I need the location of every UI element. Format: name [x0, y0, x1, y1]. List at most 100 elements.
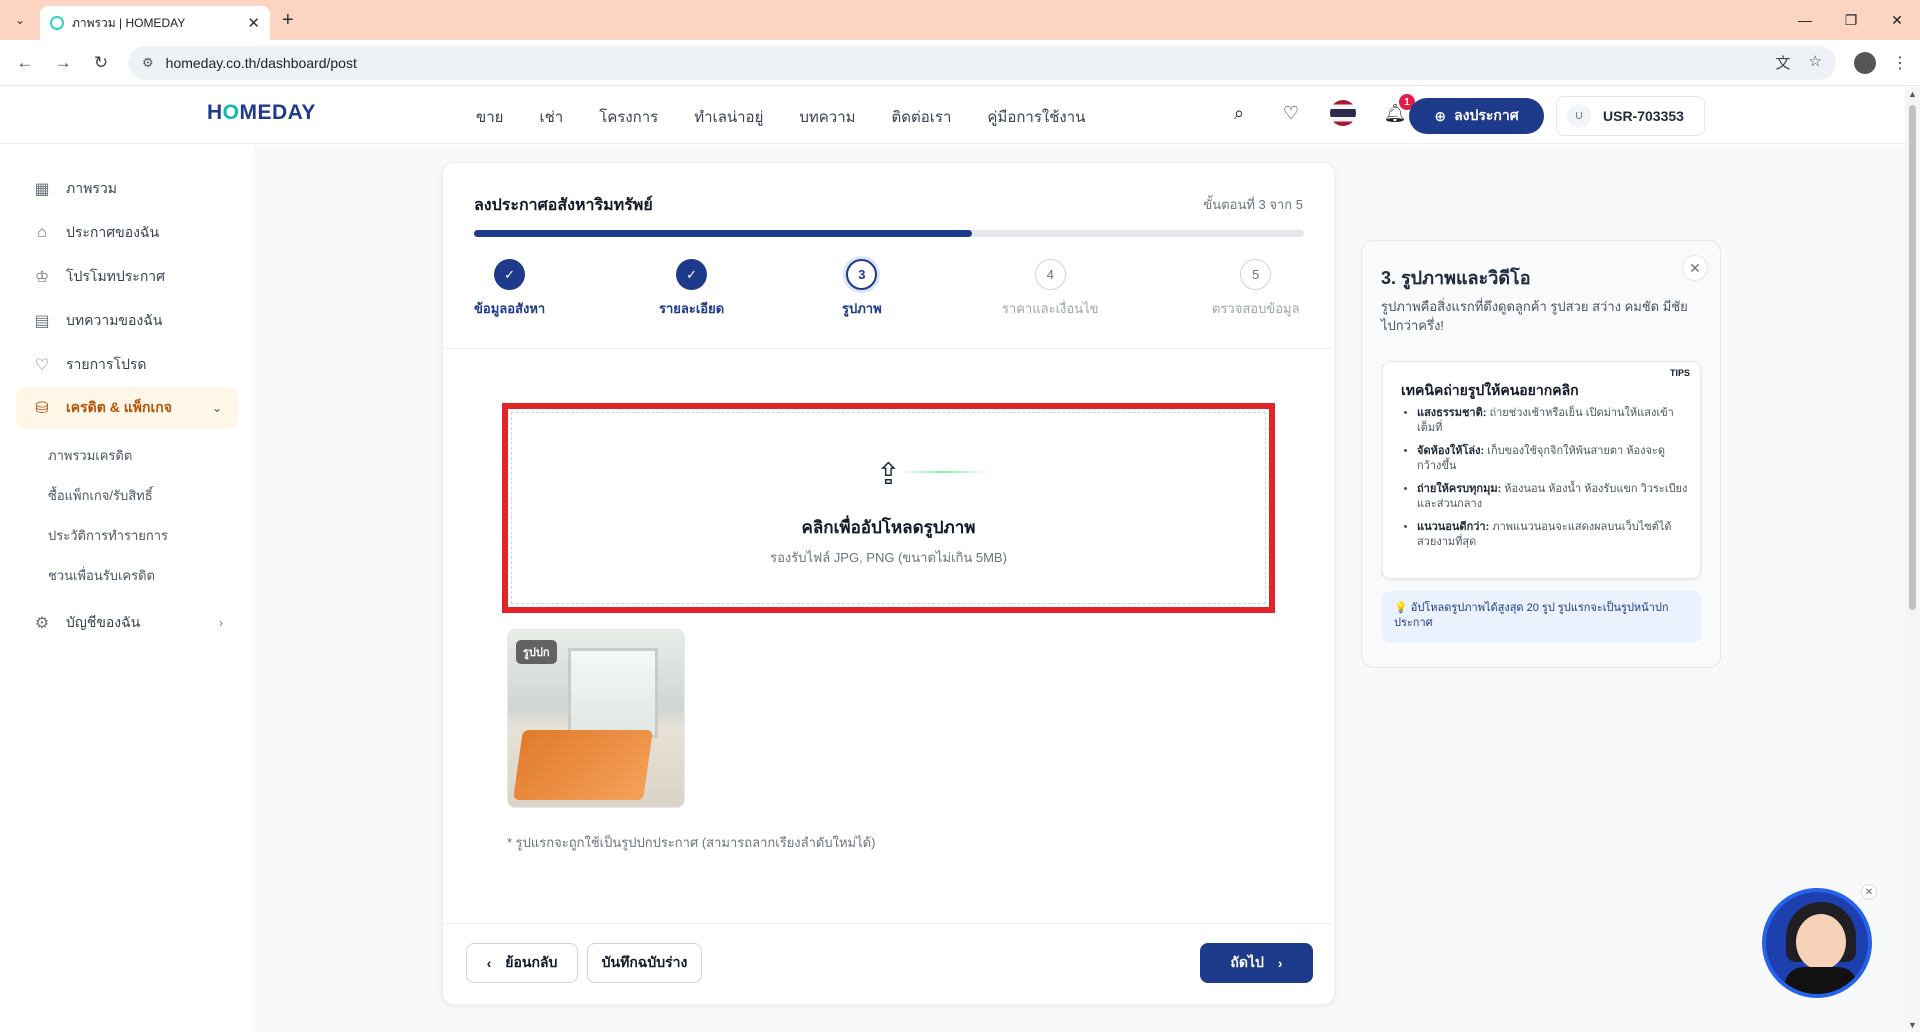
back-arrow-icon[interactable]: ← — [8, 46, 42, 80]
progress-bar — [474, 230, 1304, 237]
heart-icon: ♡ — [34, 357, 50, 374]
homeday-logo[interactable]: HOMEDAY — [207, 101, 316, 125]
step-number: 4 — [1034, 259, 1066, 290]
sidebar-item-favorites[interactable]: ♡ รายการโปรด — [0, 343, 239, 387]
step-3[interactable]: 3 รูปภาพ — [842, 259, 882, 319]
save-draft-button[interactable]: บันทึกฉบับร่าง — [587, 943, 702, 983]
step-5: 5 ตรวจสอบข้อมูล — [1212, 259, 1300, 319]
sidebar-subitem-history[interactable]: ประวัติการทำรายการ — [0, 515, 254, 555]
close-assistant-icon[interactable]: ✕ — [1861, 884, 1877, 900]
uploaded-photo-thumbnail[interactable]: รูปปก — [507, 629, 685, 808]
browser-menu-icon[interactable]: ⋮ — [1888, 53, 1912, 73]
main-nav: ขาย เช่า โครงการ ทำเลน่าอยู่ บทความ ติดต… — [476, 105, 1085, 129]
step-number: 3 — [846, 259, 878, 290]
help-title: 3. รูปภาพและวิดีโอ — [1381, 268, 1531, 288]
check-icon: ✓ — [676, 259, 708, 290]
sidebar-item-promote[interactable]: ♔ โปรโมทประกาศ — [0, 255, 239, 299]
photo-window — [568, 648, 658, 738]
step-label: ราคาและเงื่อนไข — [1002, 301, 1099, 316]
assistant-avatar-button[interactable] — [1762, 888, 1872, 998]
close-window-icon[interactable]: ✕ — [1874, 0, 1920, 40]
nav-item[interactable]: ติดต่อเรา — [892, 105, 952, 129]
site-favicon-icon — [50, 16, 64, 30]
browser-tab[interactable]: ภาพรวม | HOMEDAY ✕ — [40, 6, 270, 40]
nav-item[interactable]: คู่มือการใช้งาน — [987, 105, 1085, 129]
restore-icon[interactable]: ❐ — [1828, 0, 1874, 40]
crown-icon: ♔ — [34, 269, 50, 286]
step-2[interactable]: ✓ รายละเอียด — [659, 259, 724, 319]
nav-item[interactable]: โครงการ — [599, 105, 658, 129]
assistant-body — [1784, 967, 1858, 994]
bookmark-star-icon[interactable]: ☆ — [1809, 52, 1822, 73]
chevron-left-icon: ‹ — [486, 955, 492, 971]
reload-icon[interactable]: ↻ — [84, 46, 118, 80]
tab-search-button[interactable]: ⌄ — [6, 6, 34, 34]
scrollbar-thumb[interactable] — [1909, 105, 1916, 610]
sidebar-item-my-articles[interactable]: ▤ บทความของฉัน — [0, 299, 239, 343]
next-label: ถัดไป — [1230, 954, 1264, 970]
sidebar-item-label: เครดิต & แพ็กเกจ — [66, 399, 172, 415]
nav-item[interactable]: บทความ — [799, 105, 855, 129]
sidebar-subitem-credit-overview[interactable]: ภาพรวมเครดิต — [0, 435, 254, 475]
post-listing-button[interactable]: ⊕ ลงประกาศ — [1409, 98, 1544, 134]
language-flag-icon[interactable] — [1329, 99, 1357, 127]
nav-item[interactable]: ทำเลน่าอยู่ — [694, 105, 763, 129]
url-text: homeday.co.th/dashboard/post — [165, 54, 357, 71]
progress-fill — [474, 230, 972, 237]
check-icon: ✓ — [494, 259, 526, 290]
tips-tag: TIPS — [1669, 368, 1690, 378]
next-button[interactable]: ถัดไป › — [1200, 943, 1313, 983]
sidebar-item-label: ภาพรวม — [66, 180, 117, 196]
post-listing-label: ลงประกาศ — [1454, 107, 1519, 123]
card-title: ลงประกาศอสังหาริมทรัพย์ — [474, 197, 653, 214]
form-footer: ‹ ย้อนกลับ บันทึกฉบับร่าง ถัดไป › — [443, 923, 1334, 1006]
chevron-right-icon: › — [219, 616, 223, 630]
nav-item[interactable]: เช่า — [539, 105, 563, 129]
help-panel: ✕ 3. รูปภาพและวิดีโอ รูปภาพคือสิ่งแรกที่… — [1361, 240, 1721, 668]
new-tab-button[interactable]: + — [282, 9, 294, 32]
search-icon[interactable]: ⌕ — [1225, 99, 1253, 127]
chevron-right-icon: › — [1277, 955, 1283, 971]
site-header: HOMEDAY ขาย เช่า โครงการ ทำเลน่าอยู่ บทค… — [0, 87, 1905, 144]
help-description: รูปภาพคือสิ่งแรกที่ดึงดูดลูกค้า รูปสวย ส… — [1381, 299, 1688, 333]
nav-item[interactable]: ขาย — [476, 105, 503, 129]
plus-circle-icon: ⊕ — [1434, 107, 1447, 124]
tip-item: แนวนอนดีกว่า: ภาพแนวนอนจะแสดงผลบนเว็บไซต… — [1417, 520, 1689, 550]
assistant-face — [1796, 914, 1846, 970]
step-label: ตรวจสอบข้อมูล — [1212, 301, 1300, 316]
save-draft-label: บันทึกฉบับร่าง — [601, 954, 688, 970]
sidebar-item-overview[interactable]: ▦ ภาพรวม — [0, 167, 239, 211]
cover-badge: รูปปก — [516, 640, 557, 664]
tip-item: ถ่ายให้ครบทุกมุม: ห้องนอน ห้องน้ำ ห้องรั… — [1417, 482, 1689, 512]
browser-profile-avatar[interactable] — [1854, 51, 1876, 74]
tips-list: แสงธรรมชาติ: ถ่ายช่วงเช้าหรือเย็น เปิดม่… — [1417, 406, 1689, 558]
sidebar-item-label: รายการโปรด — [66, 356, 147, 372]
sidebar-subitem-referral[interactable]: ชวนเพื่อนรับเครดิต — [0, 555, 254, 595]
address-bar: ← → ↻ ⚙ homeday.co.th/dashboard/post 文 ☆… — [0, 40, 1920, 86]
site-info-icon[interactable]: ⚙ — [142, 55, 154, 71]
url-field[interactable]: ⚙ homeday.co.th/dashboard/post 文 ☆ — [128, 45, 1836, 80]
tab-title: ภาพรวม | HOMEDAY — [72, 15, 186, 30]
tips-card: TIPS เทคนิคถ่ายรูปให้คนอยากคลิก แสงธรรมช… — [1382, 361, 1701, 579]
page-scrollbar[interactable]: ▲ ▼ — [1905, 87, 1920, 1032]
sidebar-item-my-listings[interactable]: ⌂ ประกาศของฉัน — [0, 211, 239, 255]
sidebar-item-label: ประกาศของฉัน — [66, 224, 160, 240]
sidebar-subitem-buy-package[interactable]: ซื้อแพ็กเกจ/รับสิทธิ์ — [0, 475, 254, 515]
upload-dropzone[interactable]: ⇪ คลิกเพื่ออัปโหลดรูปภาพ รองรับไฟล์ JPG,… — [511, 412, 1266, 604]
forward-arrow-icon[interactable]: → — [46, 46, 80, 80]
translate-icon[interactable]: 文 — [1776, 52, 1791, 73]
back-button[interactable]: ‹ ย้อนกลับ — [466, 943, 578, 983]
cover-note: * รูปแรกจะถูกใช้เป็นรูปปกประกาศ (สามารถล… — [507, 835, 876, 850]
close-tab-icon[interactable]: ✕ — [247, 14, 260, 32]
sidebar-item-account[interactable]: ⚙ บัญชีของฉัน › — [0, 601, 239, 645]
notification-bell-icon[interactable]: 🔔︎ 1 — [1381, 94, 1415, 127]
upload-title: คลิกเพื่ออัปโหลดรูปภาพ — [801, 517, 976, 537]
user-menu[interactable]: U USR-703353 — [1556, 96, 1705, 136]
favorites-heart-icon[interactable]: ♡ — [1277, 99, 1305, 127]
scroll-up-icon[interactable]: ▲ — [1908, 89, 1917, 99]
minimize-icon[interactable]: — — [1782, 0, 1828, 40]
step-1[interactable]: ✓ ข้อมูลอสังหา — [474, 259, 545, 319]
scroll-down-icon[interactable]: ▼ — [1908, 1020, 1917, 1030]
close-icon[interactable]: ✕ — [1682, 255, 1708, 281]
sidebar-item-credits[interactable]: ⛁ เครดิต & แพ็กเกจ ⌄ — [16, 387, 238, 429]
